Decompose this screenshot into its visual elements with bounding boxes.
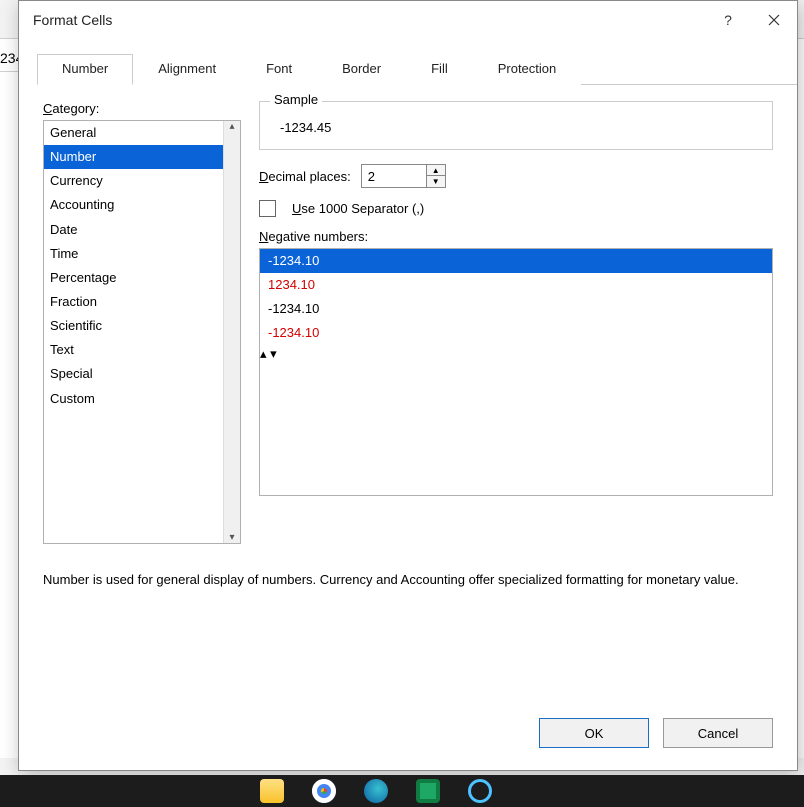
close-button[interactable] bbox=[751, 1, 797, 39]
negative-number-item[interactable]: -1234.10 bbox=[260, 297, 772, 321]
scrollbar[interactable]: ▴ ▾ bbox=[260, 346, 772, 362]
scroll-up-icon: ▴ bbox=[229, 121, 234, 132]
separator-label: Use 1000 Separator (,) bbox=[292, 201, 424, 216]
category-item[interactable]: Time bbox=[44, 242, 240, 266]
sample-value: -1234.45 bbox=[272, 120, 760, 135]
category-item[interactable]: Fraction bbox=[44, 290, 240, 314]
decimal-places-label: Decimal places: bbox=[259, 169, 351, 184]
negative-numbers-label: Negative numbers: bbox=[259, 229, 773, 244]
spinner-down-button[interactable]: ▼ bbox=[427, 176, 445, 187]
background-cell-value: 234 bbox=[0, 47, 20, 72]
tab-bar: Number Alignment Font Border Fill Protec… bbox=[37, 53, 797, 85]
chrome-icon[interactable] bbox=[312, 779, 336, 803]
category-label: Category: bbox=[43, 101, 241, 116]
tab-fill[interactable]: Fill bbox=[406, 54, 473, 85]
help-button[interactable]: ? bbox=[705, 1, 751, 39]
category-item[interactable]: Percentage bbox=[44, 266, 240, 290]
scrollbar[interactable]: ▴ ▾ bbox=[223, 121, 240, 543]
tab-font[interactable]: Font bbox=[241, 54, 317, 85]
help-icon: ? bbox=[724, 12, 732, 28]
button-label: OK bbox=[585, 726, 604, 741]
app-icon[interactable] bbox=[468, 779, 492, 803]
separator-checkbox[interactable] bbox=[259, 200, 276, 217]
ok-button[interactable]: OK bbox=[539, 718, 649, 748]
tab-label: Fill bbox=[431, 61, 448, 76]
separator-row[interactable]: Use 1000 Separator (,) bbox=[259, 200, 773, 217]
dialog-titlebar[interactable]: Format Cells ? bbox=[19, 1, 797, 39]
scroll-down-icon: ▾ bbox=[229, 532, 234, 543]
category-listbox[interactable]: GeneralNumberCurrencyAccountingDateTimeP… bbox=[43, 120, 241, 544]
scroll-up-icon: ▴ bbox=[260, 346, 267, 361]
format-cells-dialog: Format Cells ? Number Alignment Font Bor… bbox=[18, 0, 798, 771]
tab-alignment[interactable]: Alignment bbox=[133, 54, 241, 85]
tab-number[interactable]: Number bbox=[37, 54, 133, 85]
category-item[interactable]: Special bbox=[44, 362, 240, 386]
edge-icon[interactable] bbox=[364, 779, 388, 803]
category-column: Category: GeneralNumberCurrencyAccountin… bbox=[43, 101, 241, 544]
tab-label: Protection bbox=[498, 61, 557, 76]
cancel-button[interactable]: Cancel bbox=[663, 718, 773, 748]
scroll-down-icon: ▾ bbox=[270, 346, 277, 361]
tab-label: Alignment bbox=[158, 61, 216, 76]
excel-icon[interactable] bbox=[416, 779, 440, 803]
negative-number-item[interactable]: -1234.10 bbox=[260, 321, 772, 345]
category-item[interactable]: Currency bbox=[44, 169, 240, 193]
tab-label: Border bbox=[342, 61, 381, 76]
decimal-places-input[interactable] bbox=[362, 165, 426, 187]
negative-number-item[interactable]: -1234.10 bbox=[260, 249, 772, 273]
description-text: Number is used for general display of nu… bbox=[43, 570, 773, 590]
category-item[interactable]: Text bbox=[44, 338, 240, 362]
category-item[interactable]: Number bbox=[44, 145, 240, 169]
tab-border[interactable]: Border bbox=[317, 54, 406, 85]
category-item[interactable]: Custom bbox=[44, 387, 240, 411]
decimal-places-row: Decimal places: ▲ ▼ bbox=[259, 164, 773, 188]
options-column: Sample -1234.45 Decimal places: ▲ ▼ bbox=[259, 101, 773, 544]
taskbar[interactable] bbox=[0, 775, 804, 807]
tab-label: Number bbox=[62, 61, 108, 76]
close-icon bbox=[768, 14, 780, 26]
negative-number-item[interactable]: 1234.10 bbox=[260, 273, 772, 297]
sample-label: Sample bbox=[270, 92, 322, 107]
decimal-places-spinner[interactable]: ▲ ▼ bbox=[361, 164, 446, 188]
dialog-footer: OK Cancel bbox=[19, 700, 797, 770]
dialog-title: Format Cells bbox=[33, 12, 112, 28]
sample-frame: Sample -1234.45 bbox=[259, 101, 773, 150]
category-item[interactable]: Scientific bbox=[44, 314, 240, 338]
category-item[interactable]: Date bbox=[44, 218, 240, 242]
spinner-up-button[interactable]: ▲ bbox=[427, 165, 445, 176]
file-explorer-icon[interactable] bbox=[260, 779, 284, 803]
category-item[interactable]: General bbox=[44, 121, 240, 145]
tab-label: Font bbox=[266, 61, 292, 76]
negative-numbers-listbox[interactable]: -1234.101234.10-1234.10-1234.10 ▴ ▾ bbox=[259, 248, 773, 496]
number-pane: Category: GeneralNumberCurrencyAccountin… bbox=[19, 85, 797, 700]
button-label: Cancel bbox=[698, 726, 738, 741]
category-item[interactable]: Accounting bbox=[44, 193, 240, 217]
tab-protection[interactable]: Protection bbox=[473, 54, 582, 85]
